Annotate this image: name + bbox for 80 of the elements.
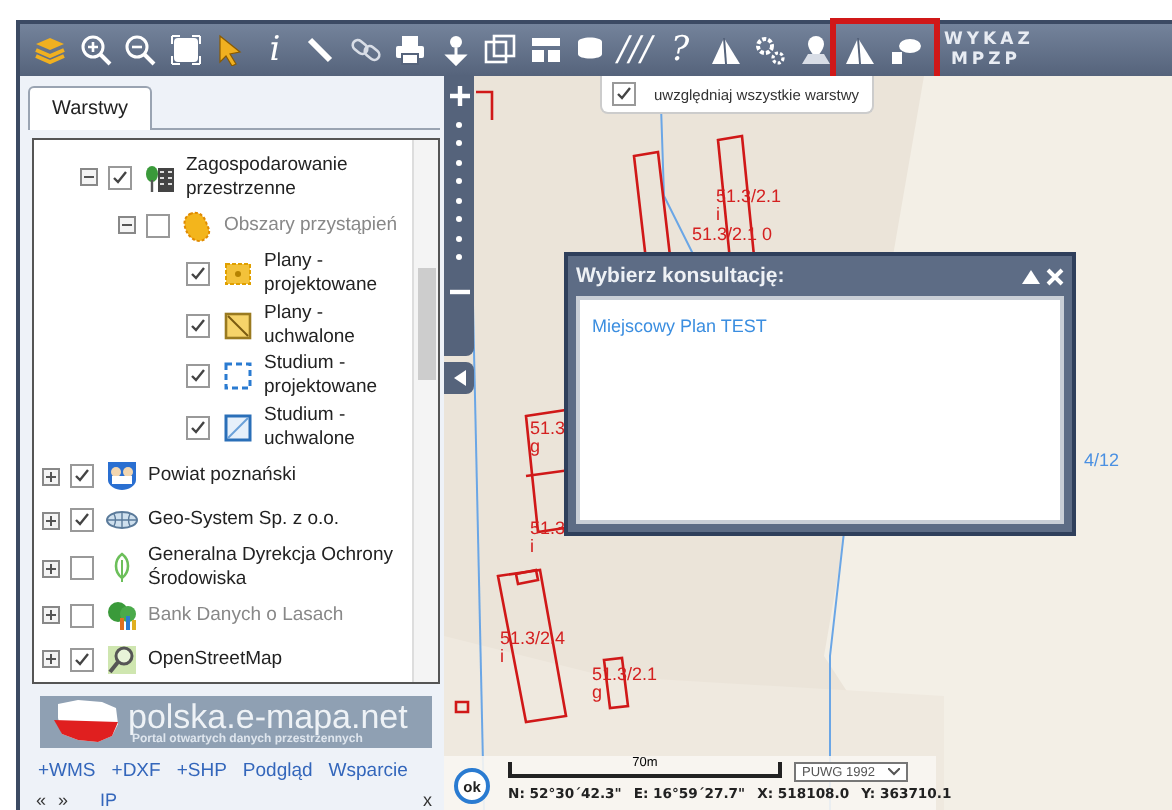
layer-label: Studium - projektowane <box>264 352 380 401</box>
minus-icon <box>449 287 469 295</box>
wykaz-button[interactable]: WYKAZ MPZP <box>932 30 1028 70</box>
option-checkbox[interactable] <box>612 82 636 106</box>
layer-label: OpenStreetMap <box>148 647 283 672</box>
parcel-label: 51.3 g <box>530 420 566 456</box>
expand-toggle[interactable] <box>42 559 60 578</box>
scrollbar[interactable] <box>412 140 438 682</box>
layer-label: Obszary przystąpień <box>224 213 398 238</box>
pin-icon <box>439 34 471 66</box>
panel-link[interactable]: +SHP <box>176 760 227 782</box>
link-icon <box>349 34 381 66</box>
fullscreen-icon <box>169 34 201 66</box>
layer-checkbox[interactable] <box>70 508 94 533</box>
layer-checkbox[interactable] <box>70 647 94 672</box>
tree-chart-icon <box>105 599 137 632</box>
layer-label: Plany - projektowane <box>264 249 380 298</box>
study-symbol-icon <box>221 360 253 393</box>
panel-link[interactable]: Wsparcie <box>328 760 408 782</box>
plus-icon <box>44 561 58 576</box>
plus-icon <box>44 469 58 484</box>
gears-icon <box>754 34 786 66</box>
ip-link[interactable]: IP <box>100 790 118 810</box>
layer-label: Generalna Dyrekcja Ochrony Środowiska <box>148 544 395 593</box>
mountain-icon <box>844 34 876 66</box>
tool-button[interactable]: /// <box>617 28 653 72</box>
previous-link[interactable]: « <box>36 790 47 810</box>
layer-checkbox[interactable] <box>70 556 94 581</box>
dialog-title: Wybierz konsultację: <box>576 264 787 288</box>
consultation-link[interactable]: Miejscowy Plan TEST <box>592 316 767 336</box>
tool-button[interactable]: i <box>257 28 293 72</box>
collapse-icon[interactable] <box>1022 269 1040 283</box>
layer-label: Geo-System Sp. z o.o. <box>148 508 340 533</box>
buildings-icon <box>143 161 175 194</box>
layer-label: Zagospodarowanie przestrzenne <box>186 153 350 202</box>
panel-link[interactable]: +WMS <box>38 760 96 782</box>
parcel-label: 4/12 <box>1084 452 1120 470</box>
collapse-toggle[interactable] <box>80 168 98 187</box>
plan-symbol-icon <box>221 257 253 290</box>
plus-icon <box>44 652 58 667</box>
ruler-icon <box>304 34 336 66</box>
printer-icon <box>394 34 426 66</box>
panel-link[interactable]: Podgląd <box>242 760 313 782</box>
chat-icon <box>889 34 921 66</box>
expand-toggle[interactable] <box>42 650 60 669</box>
study-symbol-icon <box>221 412 253 445</box>
portal-title: polska.e-mapa.net <box>128 699 408 733</box>
next-link[interactable]: » <box>58 790 69 810</box>
close-link[interactable]: x <box>423 790 432 810</box>
expand-toggle[interactable] <box>42 511 60 530</box>
triangle-left-icon <box>453 370 465 386</box>
close-icon[interactable] <box>1046 267 1064 285</box>
layout-icon <box>529 34 561 66</box>
panel-link[interactable]: +DXF <box>111 760 161 782</box>
layer-label: Plany - uchwalone <box>264 301 357 350</box>
area-icon <box>181 209 213 242</box>
tool-button[interactable]: ? <box>662 28 698 72</box>
plus-icon <box>44 608 58 623</box>
plan-symbol-icon <box>221 309 253 342</box>
crest-icon <box>105 460 137 493</box>
plus-icon <box>44 513 58 528</box>
layer-label: Powiat poznański <box>148 464 296 489</box>
layer-label: Bank Danych o Lasach <box>148 603 344 628</box>
copy-icon <box>484 34 516 66</box>
layers-icon <box>34 34 66 66</box>
layer-checkbox[interactable] <box>70 464 94 489</box>
tab[interactable]: Warstwy <box>28 86 152 130</box>
plus-icon <box>449 86 469 106</box>
zoom-out-icon <box>124 34 156 66</box>
poland-map-icon <box>52 698 120 746</box>
expand-toggle[interactable] <box>42 467 60 486</box>
zoom-in-icon <box>79 34 111 66</box>
collapse-panel-button[interactable] <box>444 362 474 394</box>
pointer-icon <box>214 34 246 66</box>
layer-label: Studium - uchwalone <box>264 404 357 453</box>
layer-checkbox[interactable] <box>108 165 132 190</box>
zoom-in-button[interactable] <box>446 84 472 108</box>
mountain-icon <box>709 34 741 66</box>
caret-icon <box>888 768 900 776</box>
magnifier-icon <box>105 643 137 676</box>
